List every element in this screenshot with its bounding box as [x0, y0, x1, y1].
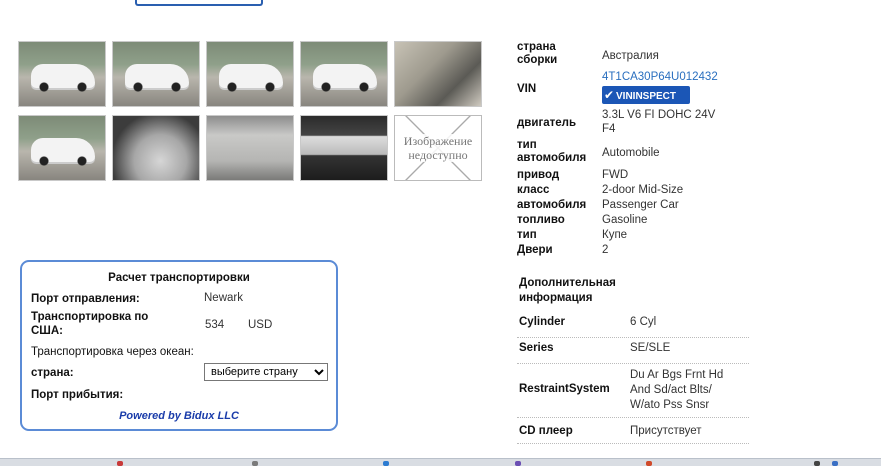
info-key: Series — [519, 342, 554, 354]
spec-value: 2 — [602, 244, 609, 256]
spec-value: Automobile — [602, 147, 660, 159]
vin-link[interactable]: 4T1CA30P64U012432 — [602, 70, 718, 84]
gallery-thumbnail[interactable] — [18, 115, 106, 181]
arrival-port-label: Порт прибытия: — [31, 389, 124, 401]
gallery-thumbnail[interactable] — [300, 41, 388, 107]
country-select[interactable]: выберите страну — [204, 363, 328, 381]
taskbar-tray-icon[interactable] — [814, 461, 820, 466]
info-key: RestraintSystem — [519, 383, 610, 395]
photo-gallery: Изображение недоступно — [18, 41, 488, 185]
info-value-line: And Sd/act Blts/ — [630, 384, 712, 396]
info-row-cd: CD плеер Присутствует — [517, 418, 749, 444]
spec-label-line: страна — [517, 41, 556, 53]
departure-port-value: Newark — [204, 292, 243, 304]
spec-value-line: F4 — [602, 123, 616, 135]
spec-value: Passenger Car — [602, 199, 679, 211]
departure-port-label: Порт отправления: — [31, 293, 140, 305]
label-line: США: — [31, 325, 63, 337]
ocean-shipping-label: Транспортировка через океан: — [31, 346, 194, 358]
spec-value: Gasoline — [602, 214, 648, 226]
spec-label-line: сборки — [517, 54, 558, 66]
info-key: Cylinder — [519, 316, 566, 328]
info-value-line: Du Ar Bgs Frnt Hd — [630, 369, 724, 381]
checkmark-icon: ✔ — [603, 88, 615, 102]
spec-value: Австралия — [602, 50, 659, 62]
powered-by-link[interactable]: Powered by Bidux LLC — [22, 410, 336, 422]
usa-shipping-label: Транспортировка по США: — [31, 310, 148, 338]
spec-label: автомобиля — [517, 199, 587, 211]
gallery-thumbnail[interactable] — [112, 41, 200, 107]
usa-shipping-currency: USD — [248, 319, 273, 331]
shipping-calculator: Расчет транспортировки Порт отправления:… — [20, 260, 338, 431]
gallery-thumbnail[interactable] — [300, 115, 388, 181]
image-unavailable-line-2: недоступно — [408, 148, 468, 162]
info-value: 6 Cyl — [630, 316, 657, 328]
info-row-cylinder: Cylinder 6 Cyl — [517, 312, 749, 338]
image-unavailable-line-1: Изображение — [403, 134, 473, 148]
taskbar-app-icon[interactable] — [383, 461, 389, 466]
info-value: Присутствует — [630, 425, 702, 437]
taskbar-app-icon[interactable] — [252, 461, 258, 466]
gallery-thumbnail[interactable] — [206, 41, 294, 107]
info-value-line: W/ato Pss Snsr — [630, 399, 710, 411]
spec-label: тип — [517, 229, 537, 241]
image-unavailable-thumbnail[interactable]: Изображение недоступно — [394, 115, 482, 181]
gallery-thumbnail[interactable] — [18, 41, 106, 107]
spec-value: 2-door Mid-Size — [602, 184, 684, 196]
info-key: CD плеер — [519, 425, 573, 437]
country-label: страна: — [31, 367, 74, 379]
spec-value: FWD — [602, 169, 629, 181]
taskbar-app-icon[interactable] — [117, 461, 123, 466]
taskbar-tray-icon[interactable] — [832, 461, 838, 466]
spec-label: топливо — [517, 214, 565, 226]
taskbar-app-icon[interactable] — [515, 461, 521, 466]
spec-label: страна сборки — [517, 41, 557, 67]
spec-value: Купе — [602, 229, 628, 241]
spec-value: 3.3L V6 FI DOHC 24V F4 — [602, 108, 715, 136]
calculator-title: Расчет транспортировки — [108, 272, 250, 284]
spec-label: VIN — [517, 83, 537, 95]
info-row-series: Series SE/SLE — [517, 338, 749, 364]
vininspect-label: VININSPECT — [616, 91, 677, 102]
info-value: SE/SLE — [630, 342, 671, 354]
info-row-restraint: RestraintSystem Du Ar Bgs Frnt Hd And Sd… — [517, 364, 749, 418]
vininspect-button[interactable]: ✔ VININSPECT — [602, 86, 690, 104]
top-nav-bar-edge — [135, 0, 263, 6]
gallery-thumbnail[interactable] — [394, 41, 482, 107]
spec-value-line: 3.3L V6 FI DOHC 24V — [602, 109, 716, 121]
spec-label: класс — [517, 184, 550, 196]
usa-shipping-value: 534 — [205, 319, 225, 331]
spec-label-line: автомобиля — [517, 152, 587, 164]
taskbar-app-icon[interactable] — [646, 461, 652, 466]
heading-line: Дополнительная — [519, 277, 616, 289]
spec-label: привод — [517, 169, 560, 181]
additional-info-heading: Дополнительная информация — [519, 276, 616, 306]
spec-label: Двери — [517, 244, 553, 256]
image-unavailable-text: Изображение недоступно — [395, 134, 481, 162]
info-value: Du Ar Bgs Frnt Hd And Sd/act Blts/ W/ato… — [630, 368, 723, 413]
gallery-thumbnail[interactable] — [112, 115, 200, 181]
spec-label: двигатель — [517, 117, 577, 129]
label-line: Транспортировка по — [31, 311, 149, 323]
gallery-thumbnail[interactable] — [206, 115, 294, 181]
heading-line: информация — [519, 292, 593, 304]
spec-label-line: тип — [517, 139, 537, 151]
spec-label: тип автомобиля — [517, 139, 586, 165]
